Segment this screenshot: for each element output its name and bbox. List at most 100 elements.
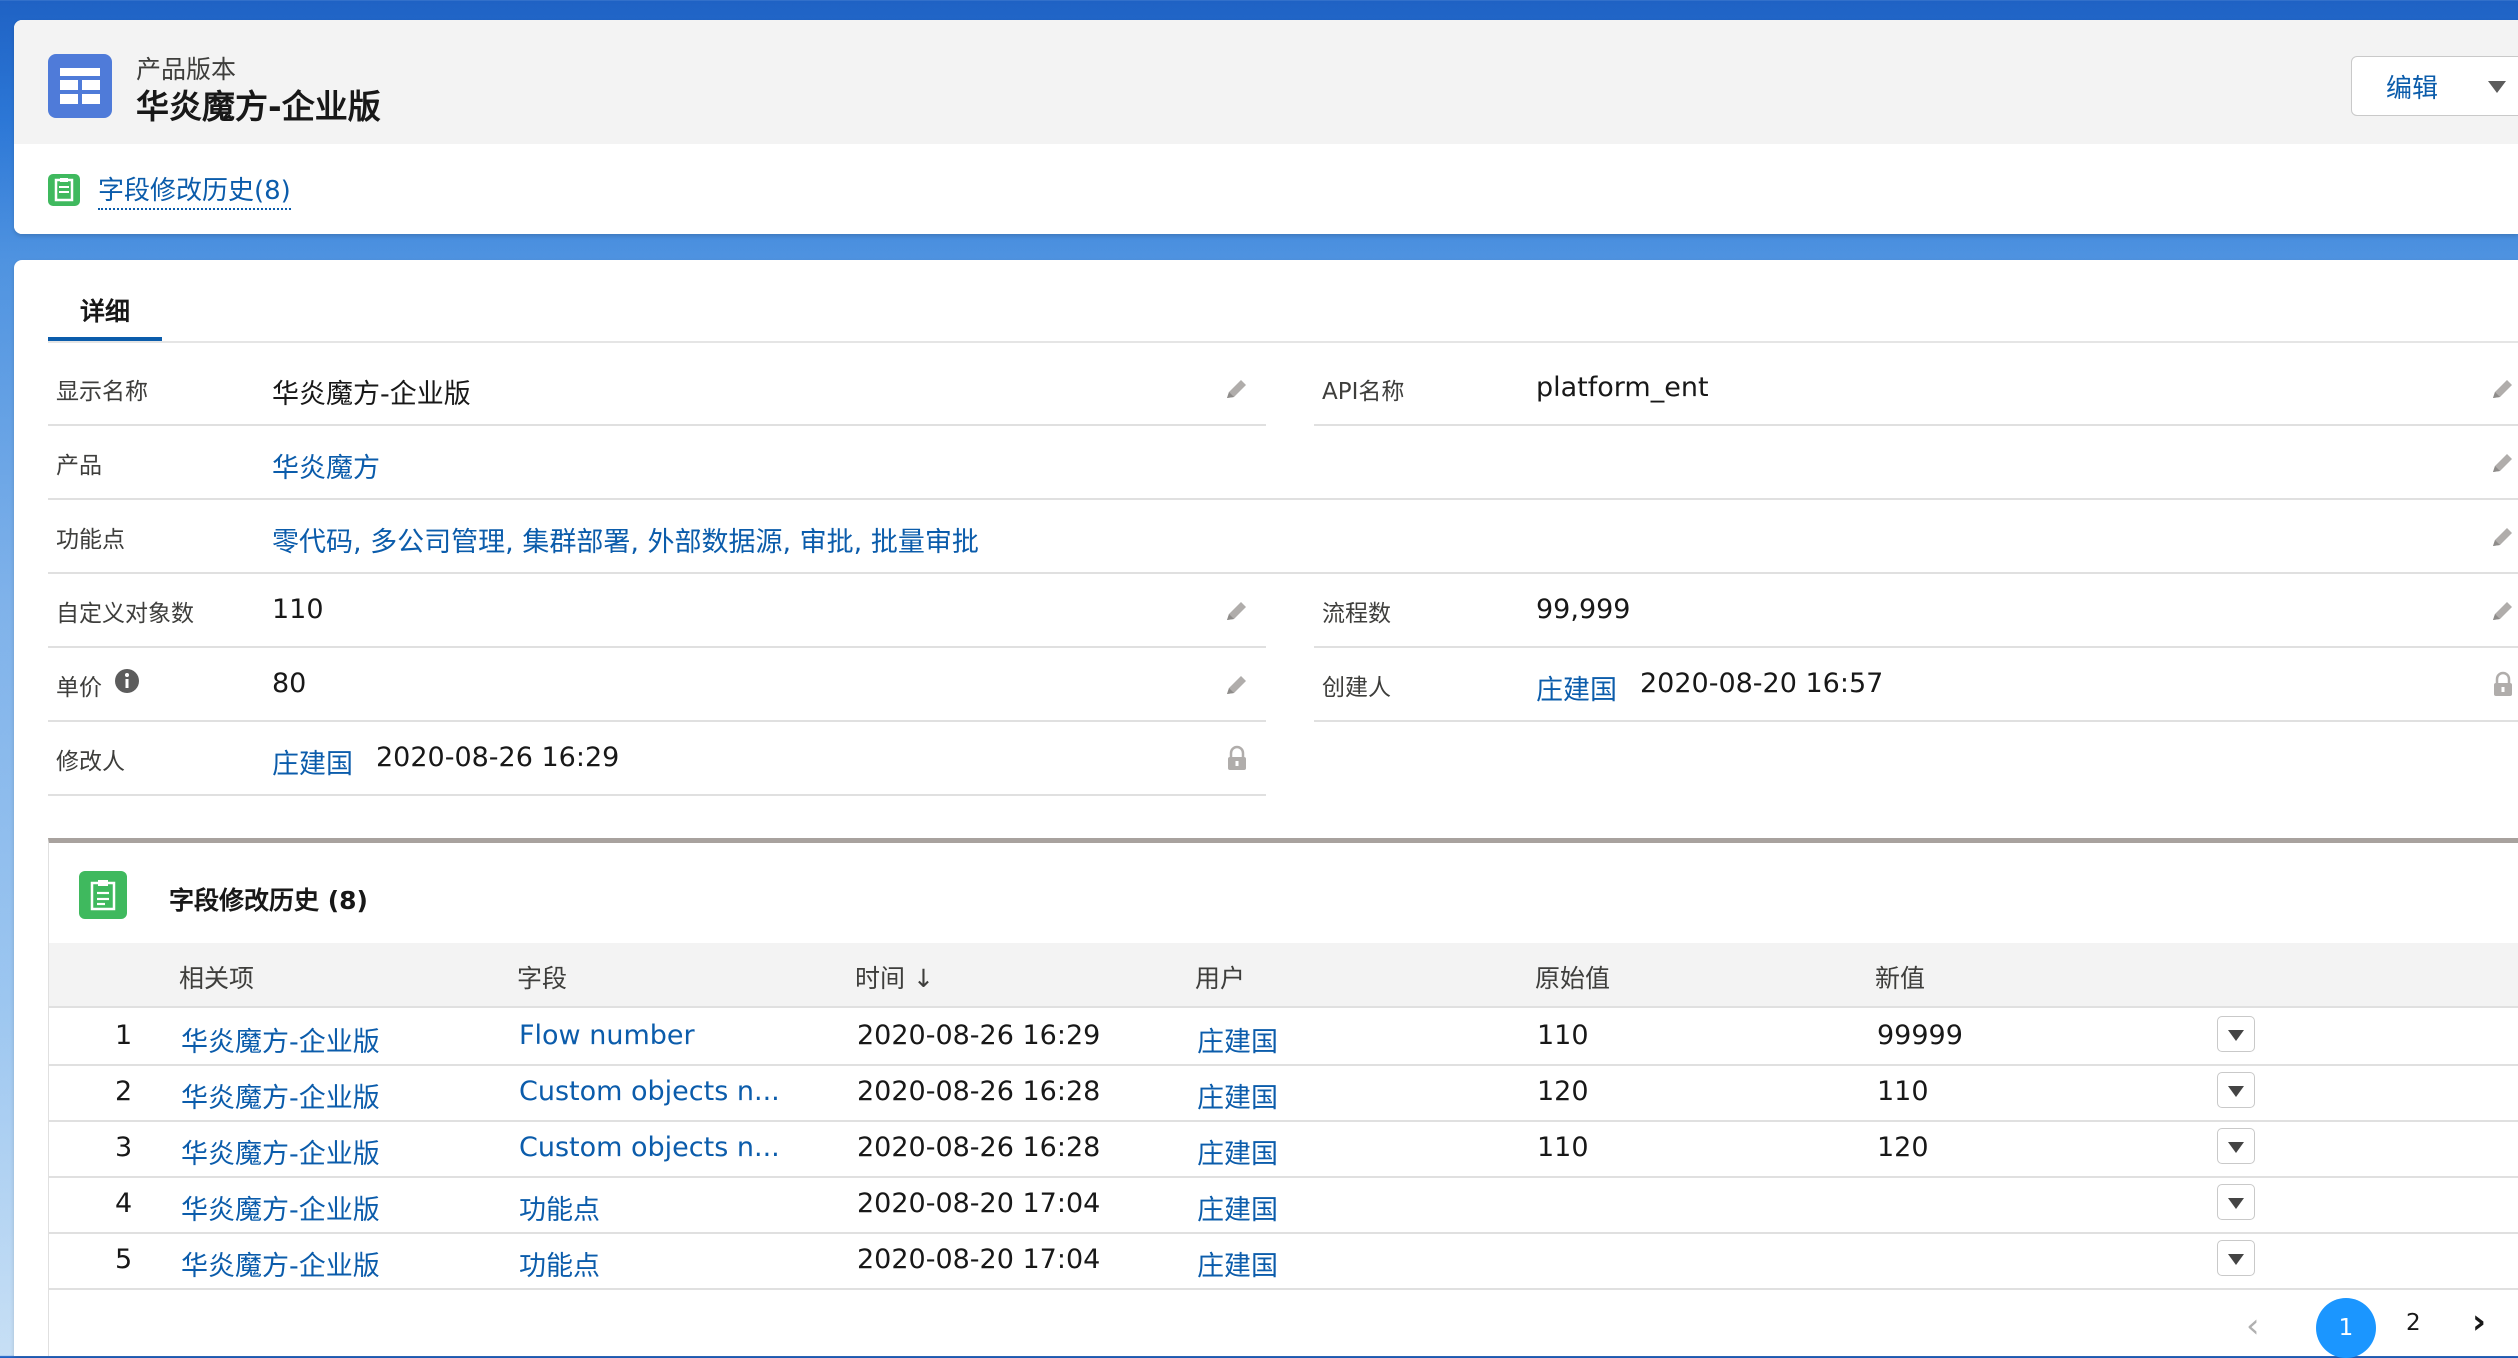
pagination-prev-chevron-left-icon[interactable]: ‹ [2246,1306,2260,1346]
field-label-product: 产品 [56,453,102,479]
field-value-flow-count: 99,999 [1536,594,1631,625]
row-actions-chevron-down-icon[interactable] [2217,1240,2255,1276]
column-header-user[interactable]: 用户 [1195,959,1245,995]
field-value-created-by-user[interactable]: 庄建国 [1536,668,1617,707]
table-row: 4 华炎魔方-企业版 功能点 2020-08-20 17:04 庄建国 [49,1176,2518,1234]
field-value-created-time: 2020-08-20 16:57 [1640,668,1884,699]
field-value-modified-time: 2020-08-26 16:29 [376,742,620,773]
info-icon[interactable] [114,668,140,694]
table-row: 3 华炎魔方-企业版 Custom objects n... 2020-08-2… [49,1120,2518,1178]
cell-field[interactable]: Custom objects n... [519,1076,780,1107]
cell-field[interactable]: 功能点 [519,1244,600,1283]
cell-user-link[interactable]: 庄建国 [1197,1244,1278,1283]
row-actions-chevron-down-icon[interactable] [2217,1016,2255,1052]
row-number: 2 [115,1076,133,1107]
clipboard-icon [48,174,80,206]
field-divider [1314,646,2518,648]
field-value-product-link[interactable]: 华炎魔方 [272,446,380,485]
cell-user-link[interactable]: 庄建国 [1197,1188,1278,1227]
field-value-modified-by-user[interactable]: 庄建国 [272,742,353,781]
table-row: 1 华炎魔方-企业版 Flow number 2020-08-26 16:29 … [49,1008,2518,1066]
cell-new-value: 120 [1877,1132,1929,1163]
field-label-flow-count: 流程数 [1322,601,1391,627]
table-row: 2 华炎魔方-企业版 Custom objects n... 2020-08-2… [49,1064,2518,1122]
pagination-page-1[interactable]: 1 [2316,1298,2376,1358]
table-row: 5 华炎魔方-企业版 功能点 2020-08-20 17:04 庄建国 [49,1232,2518,1290]
field-value-features-links[interactable]: 零代码, 多公司管理, 集群部署, 外部数据源, 审批, 批量审批 [272,520,979,559]
field-value-custom-objects: 110 [272,594,324,625]
field-label-modified-by: 修改人 [56,749,125,775]
field-value-unit-price: 80 [272,668,307,699]
pencil-icon[interactable] [2488,448,2518,478]
pencil-icon[interactable] [2488,596,2518,626]
row-actions-chevron-down-icon[interactable] [2217,1072,2255,1108]
page-title: 华炎魔方-企业版 [136,87,381,126]
lock-icon [2494,671,2512,696]
cell-time: 2020-08-20 17:04 [857,1188,1101,1219]
cell-new-value: 110 [1877,1076,1929,1107]
cell-related-link[interactable]: 华炎魔方-企业版 [181,1076,380,1115]
related-list-title: 字段修改历史 (8) [169,886,368,915]
edit-button[interactable]: 编辑 [2351,56,2473,116]
field-divider [1314,720,2518,722]
pagination-next-chevron-right-icon[interactable]: › [2472,1302,2486,1342]
pencil-icon[interactable] [1222,374,1252,404]
row-actions-chevron-down-icon[interactable] [2217,1128,2255,1164]
cell-user-link[interactable]: 庄建国 [1197,1020,1278,1059]
pencil-icon[interactable] [1222,670,1252,700]
tab-divider [48,341,2518,343]
related-list-field-history: 字段修改历史 (8) 相关项 字段 时间 ↓ 用户 原始值 新值 1 华炎魔方-… [48,838,2518,1356]
field-divider [48,424,1266,426]
cell-user-link[interactable]: 庄建国 [1197,1076,1278,1115]
cell-user-link[interactable]: 庄建国 [1197,1132,1278,1171]
field-divider [48,720,1266,722]
pencil-icon[interactable] [2488,374,2518,404]
column-header-time[interactable]: 时间 ↓ [855,959,934,995]
row-number: 4 [115,1188,133,1219]
record-header-top [14,20,2518,144]
field-label-created-by: 创建人 [1322,675,1391,701]
field-label-unit-price: 单价 [56,675,102,701]
field-divider [1314,424,2518,426]
clipboard-icon [79,871,127,919]
row-number: 3 [115,1132,133,1163]
related-link-field-history[interactable]: 字段修改历史(8) [98,170,291,210]
cell-time: 2020-08-26 16:29 [857,1020,1101,1051]
pagination-page-2[interactable]: 2 [2406,1310,2421,1336]
field-value-api-name: platform_ent [1536,372,1709,403]
field-label-custom-objects: 自定义对象数 [56,601,194,627]
cell-related-link[interactable]: 华炎魔方-企业版 [181,1244,380,1283]
column-header-new-value[interactable]: 新值 [1875,959,1925,995]
pencil-icon[interactable] [2488,522,2518,552]
record-header: 产品版本 华炎魔方-企业版 编辑 字段修改历史(8) [14,20,2518,234]
pencil-icon[interactable] [1222,596,1252,626]
column-header-related[interactable]: 相关项 [179,959,254,995]
cell-time: 2020-08-26 16:28 [857,1132,1101,1163]
field-value-display-name: 华炎魔方-企业版 [272,379,471,410]
field-divider [48,572,2518,574]
field-divider [48,498,2518,500]
related-links-bar [14,144,2518,234]
column-header-old-value[interactable]: 原始值 [1535,959,1610,995]
cell-related-link[interactable]: 华炎魔方-企业版 [181,1132,380,1171]
table-header: 相关项 字段 时间 ↓ 用户 原始值 新值 [49,943,2518,1008]
cell-old-value: 110 [1537,1132,1589,1163]
cell-field[interactable]: Flow number [519,1020,695,1051]
cell-related-link[interactable]: 华炎魔方-企业版 [181,1188,380,1227]
field-divider [48,646,1266,648]
related-list-header: 字段修改历史 (8) [49,843,2518,945]
cell-time: 2020-08-20 17:04 [857,1244,1101,1275]
lock-icon [1228,745,1246,770]
cell-field[interactable]: Custom objects n... [519,1132,780,1163]
field-label-display-name: 显示名称 [56,379,148,405]
field-divider [48,794,1266,796]
row-actions-chevron-down-icon[interactable] [2217,1184,2255,1220]
table-icon [48,54,112,118]
tab-details[interactable]: 详细 [48,282,162,342]
more-actions-chevron-down-icon[interactable] [2472,56,2518,116]
cell-old-value: 120 [1537,1076,1589,1107]
cell-time: 2020-08-26 16:28 [857,1076,1101,1107]
cell-field[interactable]: 功能点 [519,1188,600,1227]
cell-related-link[interactable]: 华炎魔方-企业版 [181,1020,380,1059]
column-header-field[interactable]: 字段 [517,959,567,995]
